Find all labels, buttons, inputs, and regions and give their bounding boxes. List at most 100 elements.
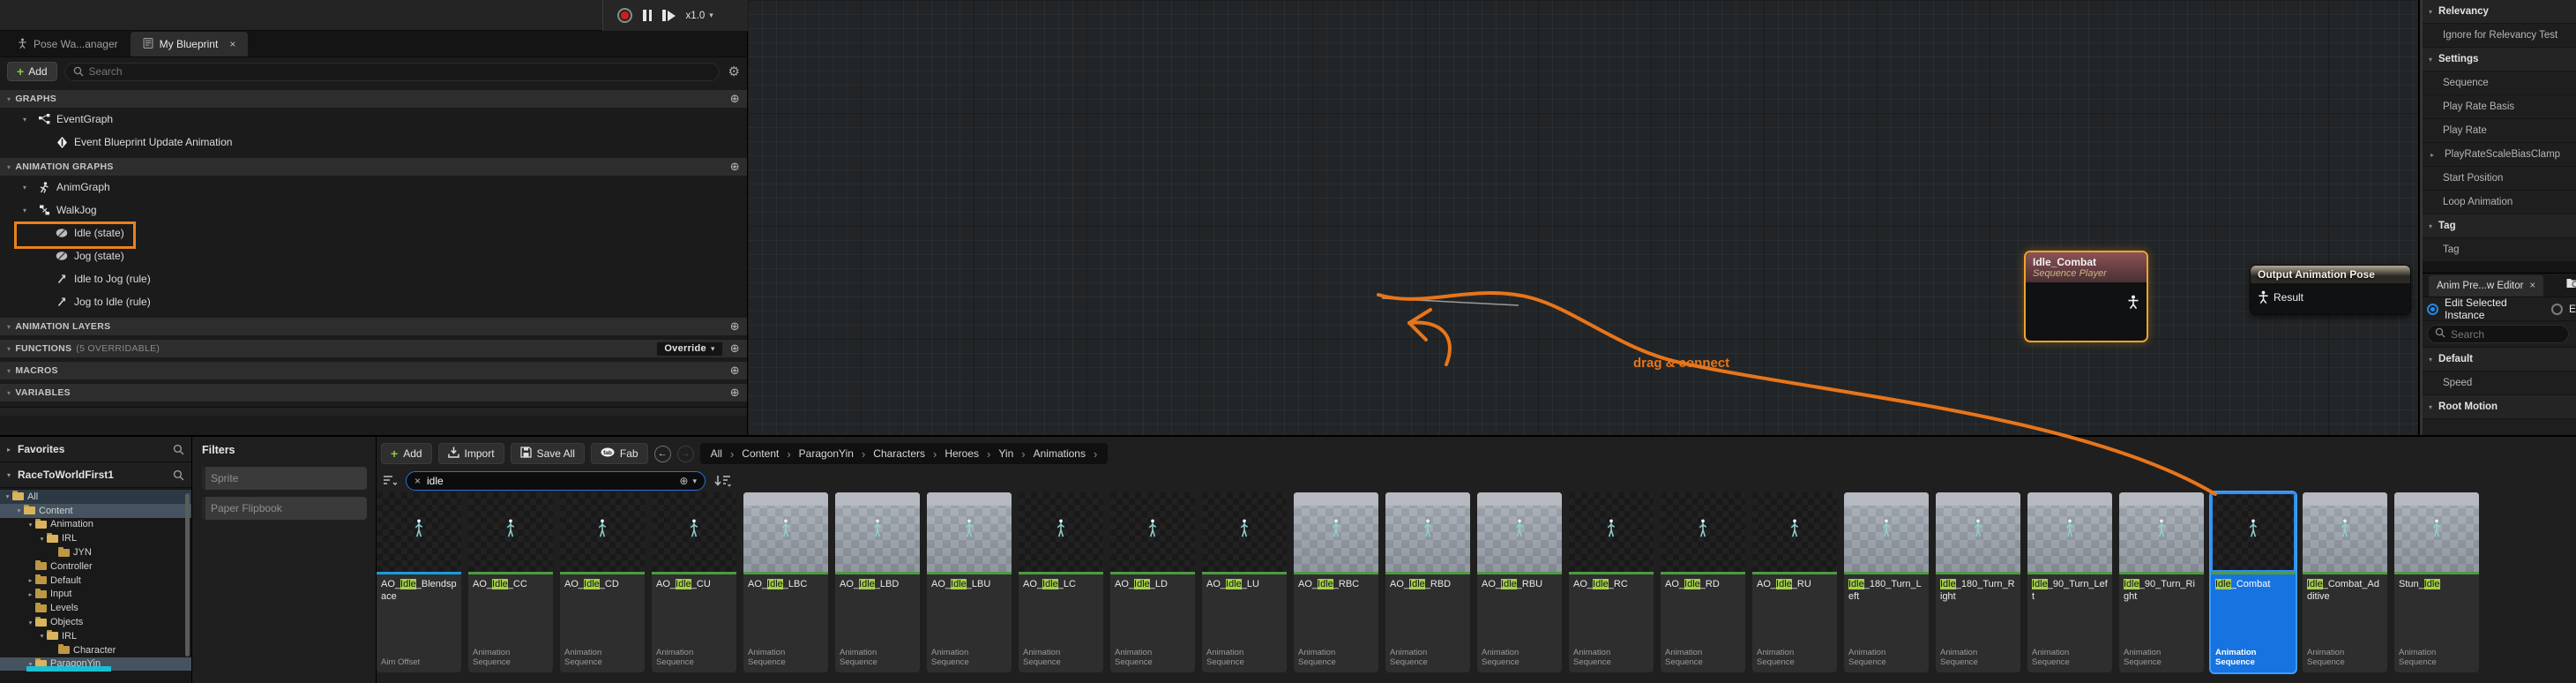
expander-icon[interactable]: ▸: [26, 576, 35, 584]
tree-item-default[interactable]: ▸Default: [0, 574, 191, 588]
tree-scrollbar[interactable]: [185, 493, 190, 657]
asset-card-ao_idle_rbd[interactable]: AO_Idle_RBDAnimation Sequence: [1385, 492, 1470, 672]
cb-save-all-button[interactable]: Save All: [511, 443, 585, 464]
expander-icon[interactable]: ▸: [26, 590, 35, 598]
preview-row-speed[interactable]: Speed: [2420, 372, 2576, 395]
output-animation-pose-node[interactable]: Output Animation Pose Result: [2250, 265, 2411, 315]
edit-selected-instance-radio[interactable]: [2427, 304, 2438, 315]
tree-item-irl[interactable]: ▾IRL: [0, 629, 191, 643]
clear-search-icon[interactable]: ×: [414, 475, 421, 487]
expander-icon[interactable]: ▾: [23, 206, 32, 214]
cb-add-button[interactable]: +Add: [381, 443, 432, 464]
back-button[interactable]: ←: [654, 446, 671, 462]
add-button[interactable]: + Add: [7, 62, 57, 81]
expander-icon[interactable]: ▾: [37, 535, 47, 543]
asset-card-ao_idle_lu[interactable]: AO_Idle_LUAnimation Sequence: [1202, 492, 1287, 672]
asset-card-idle_90_turn_left[interactable]: Idle_90_Turn_LeftAnimation Sequence: [2027, 492, 2112, 672]
asset-card-ao_idle_ru[interactable]: AO_Idle_RUAnimation Sequence: [1752, 492, 1837, 672]
preview-search-input[interactable]: Search: [2427, 325, 2569, 343]
breadcrumb-item-yin[interactable]: Yin: [998, 447, 1013, 460]
asset-card-ao_idle_lc[interactable]: AO_Idle_LCAnimation Sequence: [1019, 492, 1103, 672]
section-header-variables[interactable]: ▾VARIABLES⊕: [0, 384, 747, 402]
preview-header-root-motion[interactable]: ▾Root Motion: [2420, 395, 2576, 419]
asset-card-idle_180_turn_right[interactable]: Idle_180_Turn_RightAnimation Sequence: [1936, 492, 2020, 672]
filter-chip-paper-flipbook[interactable]: Paper Flipbook: [202, 497, 367, 520]
chevron-right-icon[interactable]: ▸: [2430, 151, 2434, 159]
tree-item-all[interactable]: ▾All: [0, 490, 191, 504]
add-icon[interactable]: ⊕: [730, 342, 740, 356]
details-row-tag[interactable]: Tag: [2420, 238, 2576, 262]
asset-card-ao_idle_rd[interactable]: AO_Idle_RDAnimation Sequence: [1661, 492, 1745, 672]
graph-item-idle-to-jog-rule-[interactable]: Idle to Jog (rule): [0, 267, 747, 290]
asset-card-idle_combat[interactable]: Idle_CombatAnimation Sequence: [2211, 492, 2296, 672]
expander-icon[interactable]: ▾: [3, 492, 12, 500]
add-icon[interactable]: ⊕: [730, 364, 740, 378]
second-radio[interactable]: [2551, 304, 2563, 315]
details-header-relevancy[interactable]: ▾Relevancy: [2420, 0, 2576, 24]
details-row-playratescalebiasclamp[interactable]: ▸PlayRateScaleBiasClamp: [2420, 143, 2576, 167]
section-header-macros[interactable]: ▾MACROS⊕: [0, 362, 747, 379]
chevron-down-icon[interactable]: ▾: [692, 477, 697, 486]
add-icon[interactable]: ⊕: [730, 92, 740, 106]
breadcrumb-item-heroes[interactable]: Heroes: [945, 447, 979, 460]
asset-card-ao_idle_blendspace[interactable]: AO_Idle_BlendspaceAim Offset: [377, 492, 461, 672]
asset-card-ao_idle_lbu[interactable]: AO_Idle_LBUAnimation Sequence: [927, 492, 1012, 672]
sequence-player-node[interactable]: Idle_Combat Sequence Player: [2024, 251, 2148, 342]
gear-icon[interactable]: ⚙: [728, 64, 740, 79]
cb-fab-button[interactable]: fabFab: [591, 443, 648, 464]
graph-item-idle-state-[interactable]: Idle (state): [0, 221, 747, 244]
asset-card-idle_combat_additive[interactable]: Idle_Combat_AdditiveAnimation Sequence: [2303, 492, 2387, 672]
tab-pose-watch-manager[interactable]: Pose Wa...anager: [5, 32, 131, 56]
tree-item-objects[interactable]: ▾Objects: [0, 615, 191, 629]
expander-icon[interactable]: ▾: [26, 521, 35, 529]
add-icon[interactable]: ⊕: [730, 160, 740, 174]
details-row-ignore-for-relevancy-test[interactable]: Ignore for Relevancy Test: [2420, 24, 2576, 48]
save-search-icon[interactable]: ⊕: [679, 475, 688, 487]
cb-import-button[interactable]: Import: [438, 443, 504, 464]
expander-icon[interactable]: ▾: [23, 184, 32, 191]
blueprint-search-input[interactable]: Search: [64, 63, 720, 81]
asset-card-stun_idle[interactable]: Stun_IdleAnimation Sequence: [2394, 492, 2479, 672]
add-icon[interactable]: ⊕: [730, 319, 740, 334]
graph-item-event-blueprint-update-animation[interactable]: Event Blueprint Update Animation: [0, 131, 747, 154]
details-row-loop-animation[interactable]: Loop Animation: [2420, 191, 2576, 214]
breadcrumb-item-animations[interactable]: Animations: [1034, 447, 1086, 460]
result-input-pin[interactable]: Result: [2258, 290, 2303, 304]
forward-button[interactable]: →: [677, 446, 694, 462]
asset-card-ao_idle_cu[interactable]: AO_Idle_CUAnimation Sequence: [652, 492, 736, 672]
tree-item-jyn[interactable]: JYN: [0, 545, 191, 559]
animation-graph-canvas[interactable]: Idle_Combat Sequence Player Output Anima…: [748, 0, 2419, 435]
details-header-tag[interactable]: ▾Tag: [2420, 214, 2576, 238]
details-header-settings[interactable]: ▾Settings: [2420, 48, 2576, 71]
details-row-play-rate-basis[interactable]: Play Rate Basis: [2420, 95, 2576, 119]
details-row-play-rate[interactable]: Play Rate: [2420, 119, 2576, 143]
tree-item-levels[interactable]: Levels: [0, 601, 191, 615]
filter-list-icon[interactable]: [383, 475, 397, 487]
favorites-header[interactable]: ▸ Favorites: [0, 437, 191, 462]
graph-item-animgraph[interactable]: ▾AnimGraph: [0, 176, 747, 199]
close-icon[interactable]: ×: [229, 38, 235, 50]
close-icon[interactable]: ×: [2529, 281, 2535, 291]
expander-icon[interactable]: ▾: [37, 632, 47, 640]
tree-item-controller[interactable]: Controller: [0, 559, 191, 574]
graph-item-jog-to-idle-rule-[interactable]: Jog to Idle (rule): [0, 290, 747, 313]
section-header-animation-layers[interactable]: ▾ANIMATION LAYERS⊕: [0, 318, 747, 335]
pose-output-pin[interactable]: [2127, 295, 2139, 309]
tree-item-content[interactable]: ▾Content: [0, 504, 191, 518]
breadcrumb-item-characters[interactable]: Characters: [873, 447, 925, 460]
details-row-sequence[interactable]: Sequence: [2420, 71, 2576, 95]
asset-card-idle_180_turn_left[interactable]: Idle_180_Turn_LeftAnimation Sequence: [1844, 492, 1929, 672]
section-header-graphs[interactable]: ▾GRAPHS⊕: [0, 90, 747, 108]
record-button[interactable]: [617, 8, 632, 23]
asset-card-idle_90_turn_right[interactable]: Idle_90_Turn_RightAnimation Sequence: [2119, 492, 2204, 672]
pause-button[interactable]: [643, 10, 652, 21]
details-row-start-position[interactable]: Start Position: [2420, 167, 2576, 191]
filter-chip-sprite[interactable]: Sprite: [202, 467, 367, 490]
tab-anim-preview-editor[interactable]: Anim Pre...w Editor×: [2429, 275, 2543, 296]
search-icon[interactable]: [173, 469, 184, 481]
tree-item-input[interactable]: ▸Input: [0, 588, 191, 602]
asset-card-ao_idle_cc[interactable]: AO_Idle_CCAnimation Sequence: [468, 492, 553, 672]
override-dropdown[interactable]: Override▾: [656, 342, 722, 357]
tab-my-blueprint[interactable]: My Blueprint×: [131, 32, 249, 56]
asset-card-ao_idle_rc[interactable]: AO_Idle_RCAnimation Sequence: [1569, 492, 1654, 672]
